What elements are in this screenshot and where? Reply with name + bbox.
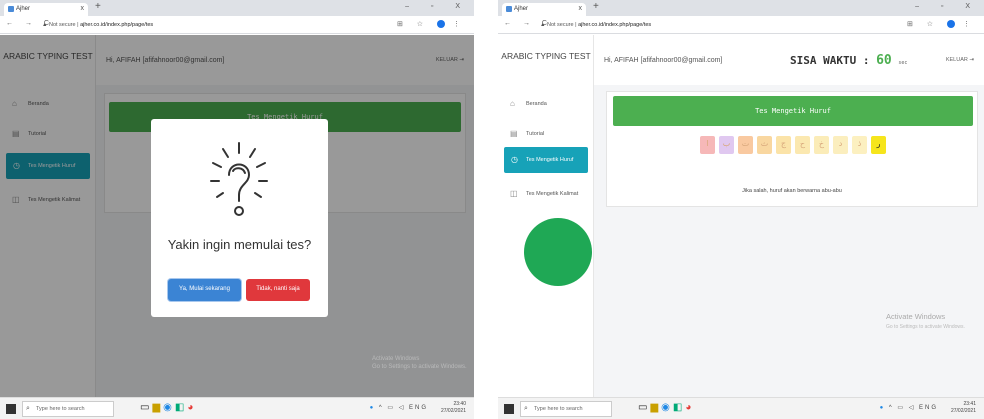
- browser-tab[interactable]: Ajher x: [4, 3, 88, 16]
- address-bar: ← → C ▲ Not secure | ajher.co.id/index.p…: [498, 16, 984, 34]
- tab-bar: Ajher x + – ▫ X: [498, 0, 984, 16]
- window-controls[interactable]: – ▫ X: [405, 3, 470, 10]
- extensions-icons[interactable]: ⊞ ☆ ⋮: [907, 20, 976, 29]
- letter-tile: ذ: [852, 136, 867, 154]
- url-field[interactable]: ▲ Not secure | ajher.co.id/index.php/pag…: [540, 19, 924, 31]
- taskbar-search[interactable]: ⌕ Type here to search: [520, 401, 612, 417]
- clock-icon: ◷: [511, 155, 518, 164]
- home-icon: ⌂: [510, 99, 515, 108]
- question-bulb-icon: [210, 142, 268, 216]
- clock[interactable]: 23:41 27/02/2021: [951, 401, 976, 415]
- letter-tile: ب: [719, 136, 734, 154]
- close-tab-icon[interactable]: x: [579, 5, 583, 12]
- sidebar-item-tes-huruf[interactable]: ◷ Tes Mengetik Huruf: [504, 147, 588, 173]
- favicon-icon: [506, 6, 512, 12]
- address-bar: ← → C ▲ Not secure | ajher.co.id/index.p…: [0, 16, 474, 34]
- sidebar-item-beranda[interactable]: ⌂ Beranda: [498, 91, 594, 117]
- sidebar: ARABIC TYPING TEST ⌂ Beranda ▤ Tutorial ◷ T…: [498, 35, 594, 397]
- confirm-dialog: Yakin ingin memulai tes? Ya, Mulai sekar…: [151, 119, 328, 317]
- sidebar-item-tutorial[interactable]: ▤ Tutorial: [498, 121, 594, 147]
- close-tab-icon[interactable]: x: [81, 5, 85, 12]
- search-icon: ⌕: [26, 405, 30, 412]
- letter-tile: ح: [795, 136, 810, 154]
- tutorial-icon: ▤: [510, 129, 518, 138]
- letter-tile: ج: [776, 136, 791, 154]
- window-controls[interactable]: – ▫ X: [915, 3, 980, 10]
- new-tab-button[interactable]: +: [593, 1, 599, 12]
- dialog-title: Yakin ingin memulai tes?: [167, 237, 312, 252]
- windows-start-icon[interactable]: [504, 404, 514, 414]
- taskbar: ⌕ Type here to search ▭▆◉◧◕ ● ^ ▭ ◁ ENG 2…: [498, 397, 984, 419]
- logout-button[interactable]: KELUAR ⇥: [946, 57, 974, 63]
- profile-avatar[interactable]: [947, 20, 956, 29]
- hint-text: Jika salah, huruf akan berwarna abu-abu: [742, 188, 842, 194]
- letter-tile: ت: [738, 136, 753, 154]
- letter-tile: ر: [871, 136, 886, 154]
- letter-tile: ث: [757, 136, 772, 154]
- extensions-icons[interactable]: ⊞ ☆ ⋮: [397, 20, 466, 29]
- tab-title: Ajher: [16, 6, 31, 12]
- brand-title: ARABIC TYPING TEST: [501, 51, 591, 61]
- system-tray-icons[interactable]: ● ^ ▭ ◁ ENG: [880, 404, 938, 411]
- pinned-apps[interactable]: ▭▆◉◧◕: [140, 402, 196, 413]
- activate-windows-watermark: Activate Windows Go to Settings to activa…: [886, 312, 965, 330]
- test-card: Tes Mengetik Huruf ابتثجحخدذر Jika salah…: [606, 91, 978, 207]
- url-text: ajher.co.id/index.php/page/tes: [80, 22, 154, 28]
- top-bar: Hi, AFIFAH [afifahnoor00@gmail.com] SISA…: [594, 35, 984, 85]
- taskbar-search[interactable]: ⌕ Type here to search: [22, 401, 114, 417]
- countdown-timer: SISA WAKTU : 60 sec: [790, 53, 908, 68]
- later-button[interactable]: Tidak, nanti saja: [246, 279, 310, 301]
- app-area: ARABIC TYPING TEST ⌂ Beranda ▤ Tutorial ◷ T…: [498, 35, 984, 397]
- favicon-icon: [8, 6, 14, 12]
- url-field[interactable]: ▲ Not secure | ajher.co.id/index.php/pag…: [42, 19, 414, 31]
- letter-tile: خ: [814, 136, 829, 154]
- letter-tile: ا: [700, 136, 715, 154]
- new-tab-button[interactable]: +: [95, 1, 101, 12]
- letter-tile: د: [833, 136, 848, 154]
- pinned-apps[interactable]: ▭▆◉◧◕: [638, 402, 694, 413]
- sidebar-item-tes-kalimat[interactable]: ◫ Tes Mengetik Kalimat: [498, 181, 594, 207]
- url-text: ajher.co.id/index.php/page/tes: [578, 22, 652, 28]
- tab-title: Ajher: [514, 6, 529, 12]
- timer-circle: [524, 218, 592, 286]
- calendar-icon: ◫: [510, 189, 518, 198]
- activate-windows-watermark: Activate Windows Go to Settings to activa…: [372, 356, 467, 370]
- start-now-button[interactable]: Ya, Mulai sekarang: [168, 279, 241, 301]
- test-header: Tes Mengetik Huruf: [613, 96, 973, 126]
- search-icon: ⌕: [524, 405, 528, 412]
- profile-avatar[interactable]: [437, 20, 446, 29]
- user-greeting: Hi, AFIFAH [afifahnoor00@gmail.com]: [604, 57, 723, 64]
- screenshot-typing-test: Ajher x + – ▫ X ← → C ▲ Not secure | ajh…: [498, 0, 984, 419]
- system-tray-icons[interactable]: ● ^ ▭ ◁ ENG: [370, 404, 428, 411]
- windows-start-icon[interactable]: [6, 404, 16, 414]
- clock[interactable]: 23:40 27/02/2021: [441, 401, 466, 415]
- taskbar: ⌕ Type here to search ▭▆◉◧◕ ● ^ ▭ ◁ ENG 2…: [0, 397, 474, 419]
- security-indicator: ▲ Not secure: [540, 22, 574, 28]
- browser-tab[interactable]: Ajher x: [502, 3, 586, 16]
- screenshot-confirm-dialog: Ajher x + – ▫ X ← → C ▲ Not secure | ajh…: [0, 0, 474, 419]
- security-indicator: ▲ Not secure: [42, 22, 76, 28]
- tab-bar: Ajher x + – ▫ X: [0, 0, 474, 16]
